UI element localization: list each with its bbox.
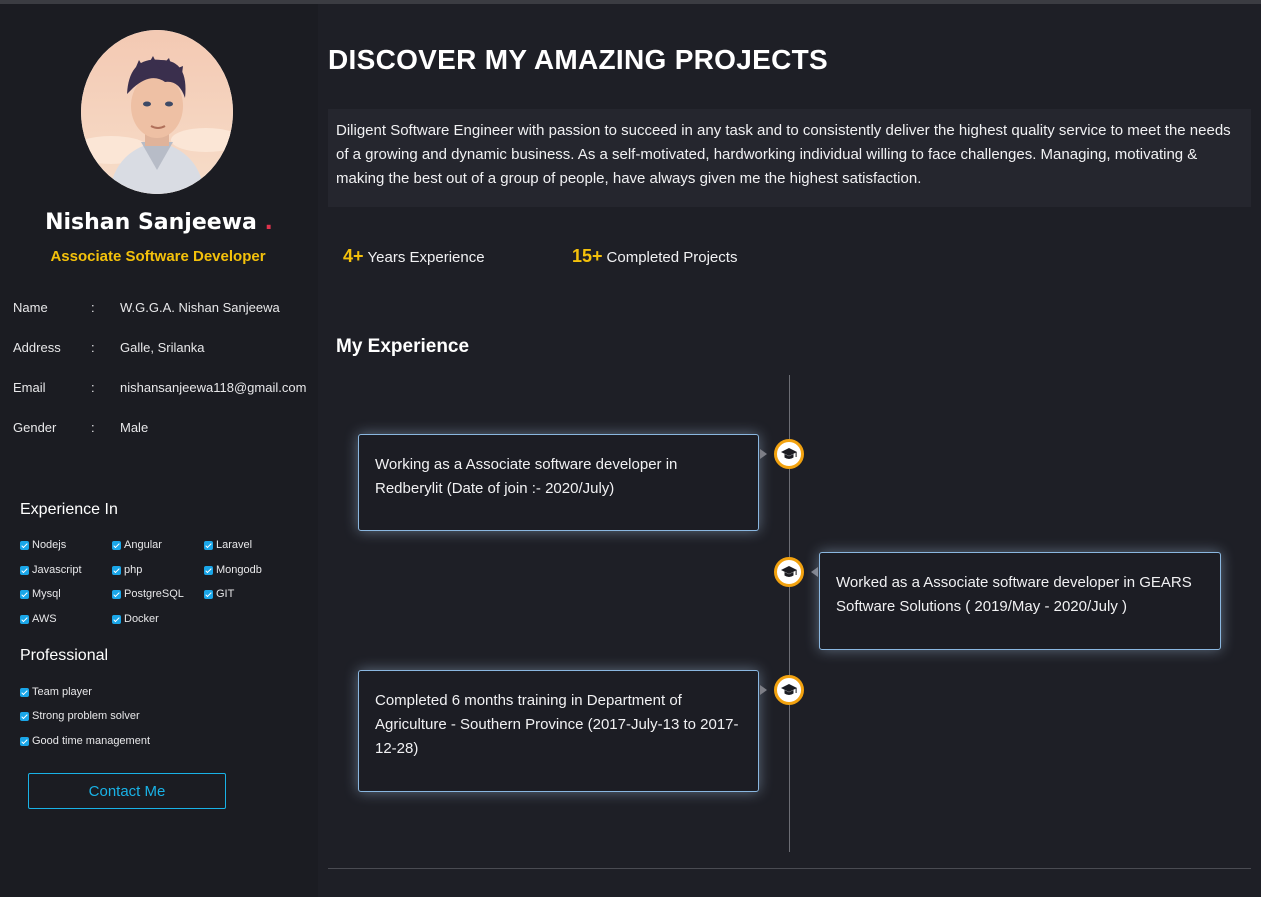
skill-item: Nodejs bbox=[20, 539, 66, 551]
profile-role: Associate Software Developer bbox=[50, 248, 266, 265]
info-separator: : bbox=[91, 380, 95, 395]
checkbox-checked-icon bbox=[112, 540, 121, 550]
professional-item: Good time management bbox=[20, 735, 150, 747]
checkbox-checked-icon bbox=[204, 540, 213, 550]
skill-item: GIT bbox=[204, 588, 234, 600]
timeline-text: Completed 6 months training in Departmen… bbox=[375, 692, 739, 757]
skill-item: Mysql bbox=[20, 588, 61, 600]
info-separator: : bbox=[91, 420, 95, 435]
skill-label: PostgreSQL bbox=[124, 588, 184, 600]
profile-name-text: Nishan Sanjeewa bbox=[45, 210, 257, 235]
skill-item: Angular bbox=[112, 539, 162, 551]
stat-label: Completed Projects bbox=[606, 249, 738, 266]
professional-label: Strong problem solver bbox=[32, 710, 140, 722]
info-separator: : bbox=[91, 300, 95, 315]
skill-label: php bbox=[124, 564, 143, 576]
experience-in-title: Experience In bbox=[20, 501, 118, 518]
skill-item: Mongodb bbox=[204, 564, 262, 576]
checkbox-checked-icon bbox=[204, 589, 213, 599]
profile-name: Nishan Sanjeewa . bbox=[0, 210, 318, 235]
info-row-address: Address : Galle, Srilanka bbox=[13, 340, 313, 380]
skill-label: Mongodb bbox=[216, 564, 262, 576]
info-row-gender: Gender : Male bbox=[13, 420, 313, 460]
stat-years-experience: 4+ Years Experience bbox=[343, 246, 485, 267]
info-row-name: Name : W.G.G.A. Nishan Sanjeewa bbox=[13, 300, 313, 340]
professional-item: Strong problem solver bbox=[20, 710, 140, 722]
graduation-cap-icon bbox=[774, 557, 804, 587]
skill-item: php bbox=[112, 564, 142, 576]
personal-info: Name : W.G.G.A. Nishan Sanjeewa Address … bbox=[13, 300, 313, 460]
timeline-text: Worked as a Associate software developer… bbox=[836, 574, 1192, 615]
checkbox-checked-icon bbox=[20, 711, 29, 721]
checkbox-checked-icon bbox=[20, 589, 29, 599]
contact-me-button[interactable]: Contact Me bbox=[28, 773, 226, 809]
stat-completed-projects: 15+ Completed Projects bbox=[572, 246, 737, 267]
timeline-card: Completed 6 months training in Departmen… bbox=[358, 670, 759, 792]
skill-item: PostgreSQL bbox=[112, 588, 184, 600]
checkbox-checked-icon bbox=[20, 687, 29, 697]
info-label: Email bbox=[13, 380, 46, 395]
info-value: Male bbox=[120, 420, 149, 435]
timeline-pointer bbox=[811, 567, 818, 577]
skill-label: AWS bbox=[32, 613, 57, 625]
skill-label: GIT bbox=[216, 588, 235, 600]
info-label: Address bbox=[13, 340, 61, 355]
skill-item: AWS bbox=[20, 613, 57, 625]
section-divider bbox=[328, 868, 1251, 869]
page-title: DISCOVER MY AMAZING PROJECTS bbox=[328, 44, 829, 75]
skill-label: Nodejs bbox=[32, 539, 67, 551]
info-value: nishansanjeewa118@gmail.com bbox=[120, 380, 307, 395]
profile-sidebar: Nishan Sanjeewa . Associate Software Dev… bbox=[0, 4, 318, 897]
timeline-card: Worked as a Associate software developer… bbox=[819, 552, 1221, 650]
graduation-cap-icon bbox=[774, 439, 804, 469]
timeline-card: Working as a Associate software develope… bbox=[358, 434, 759, 531]
info-value: W.G.G.A. Nishan Sanjeewa bbox=[120, 300, 280, 315]
skill-item: Javascript bbox=[20, 564, 82, 576]
profile-avatar bbox=[81, 30, 233, 194]
stat-number: 4+ bbox=[343, 246, 364, 266]
checkbox-checked-icon bbox=[204, 565, 213, 575]
info-value: Galle, Srilanka bbox=[120, 340, 205, 355]
skill-label: Mysql bbox=[32, 588, 61, 600]
timeline-pointer bbox=[760, 449, 767, 459]
checkbox-checked-icon bbox=[20, 614, 29, 624]
checkbox-checked-icon bbox=[112, 565, 121, 575]
skill-label: Angular bbox=[124, 539, 162, 551]
skill-label: Laravel bbox=[216, 539, 253, 551]
timeline-pointer bbox=[760, 685, 767, 695]
stat-label: Years Experience bbox=[367, 249, 485, 266]
checkbox-checked-icon bbox=[20, 565, 29, 575]
info-row-email: Email : nishansanjeewa118@gmail.com bbox=[13, 380, 313, 420]
timeline-text: Working as a Associate software develope… bbox=[375, 456, 678, 497]
profile-name-dot: . bbox=[264, 210, 273, 235]
checkbox-checked-icon bbox=[112, 589, 121, 599]
checkbox-checked-icon bbox=[112, 614, 121, 624]
professional-title: Professional bbox=[20, 647, 109, 664]
skill-label: Javascript bbox=[32, 564, 82, 576]
professional-item: Team player bbox=[20, 686, 92, 698]
stat-number: 15+ bbox=[572, 246, 603, 266]
skill-item: Laravel bbox=[204, 539, 252, 551]
graduation-cap-icon bbox=[774, 675, 804, 705]
professional-label: Team player bbox=[32, 686, 92, 698]
skill-label: Docker bbox=[124, 613, 159, 625]
info-label: Gender bbox=[13, 420, 57, 435]
info-separator: : bbox=[91, 340, 95, 355]
skill-item: Docker bbox=[112, 613, 159, 625]
experience-section-title: My Experience bbox=[336, 336, 470, 357]
checkbox-checked-icon bbox=[20, 540, 29, 550]
info-label: Name bbox=[13, 300, 48, 315]
about-summary: Diligent Software Engineer with passion … bbox=[328, 109, 1251, 207]
professional-label: Good time management bbox=[32, 735, 151, 747]
checkbox-checked-icon bbox=[20, 736, 29, 746]
